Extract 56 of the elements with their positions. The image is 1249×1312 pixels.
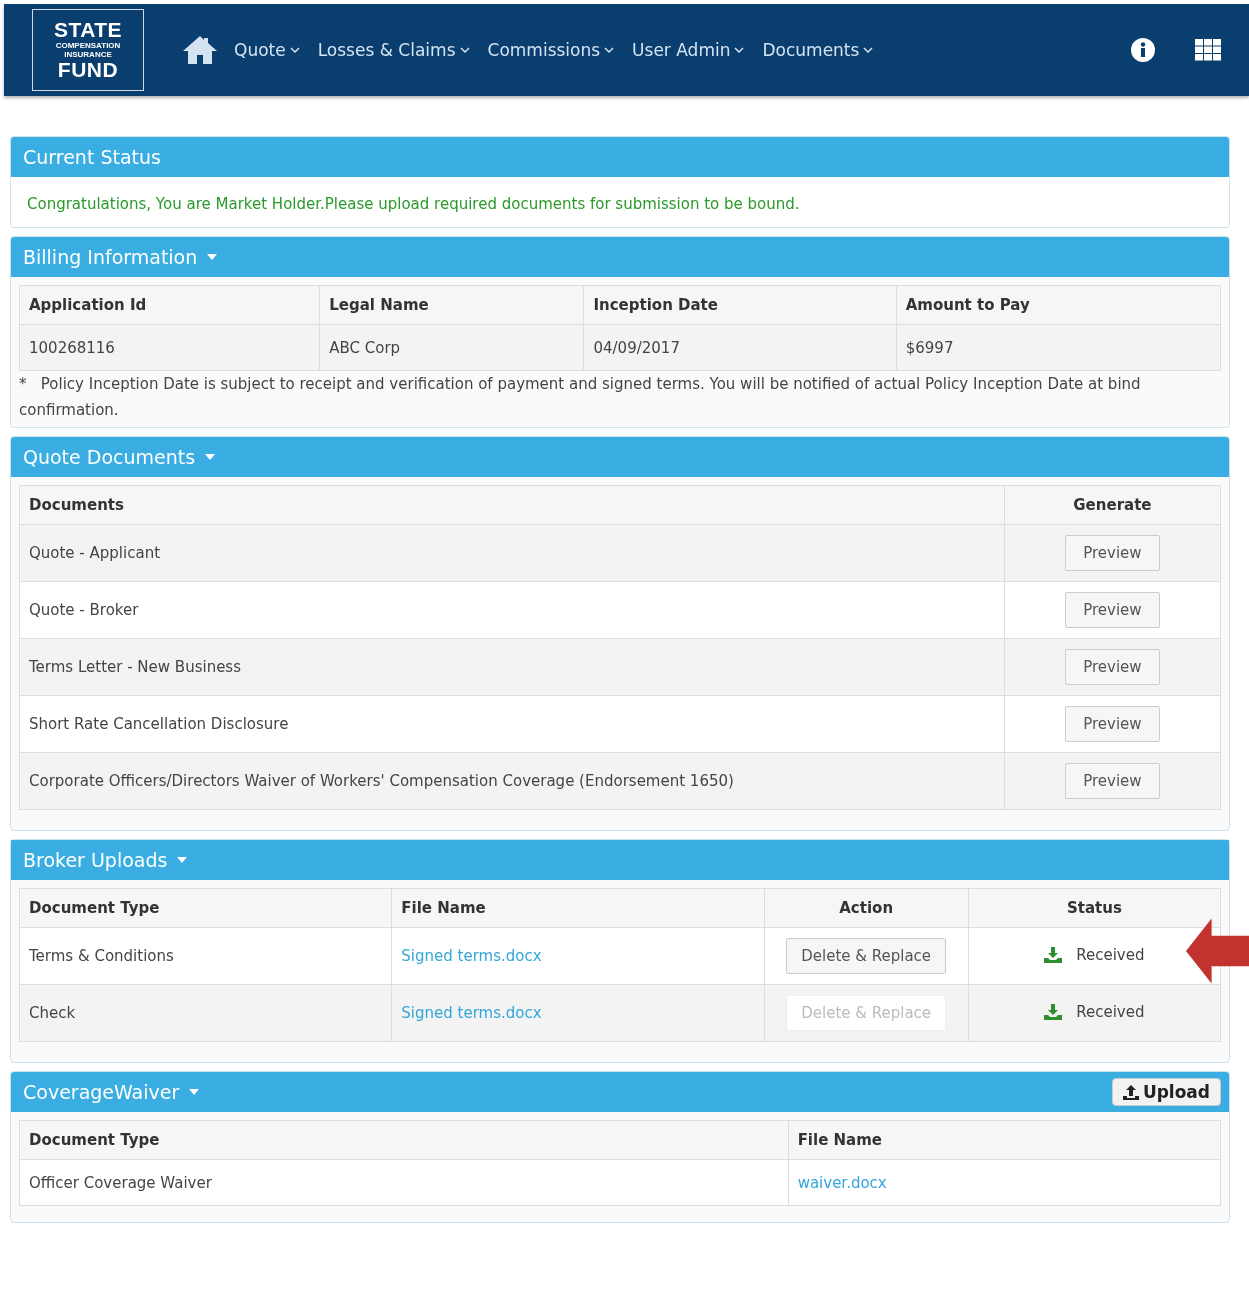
table-cell: Corporate Officers/Directors Waiver of Workers' Compensation Coverage (Endorsement 1650) bbox=[19, 752, 1005, 810]
preview-button[interactable]: Preview bbox=[1065, 763, 1160, 799]
column-header: Application Id bbox=[19, 285, 320, 325]
column-header: Documents bbox=[19, 485, 1005, 525]
caret-icon[interactable] bbox=[177, 857, 188, 863]
status-text: Received bbox=[1076, 1002, 1145, 1021]
logo[interactable]: STATE COMPENSATION INSURANCE FUND bbox=[32, 9, 144, 91]
chevron-icon bbox=[459, 47, 470, 53]
column-header: File Name bbox=[788, 1120, 1221, 1160]
column-header: File Name bbox=[391, 888, 765, 928]
column-header: Document Type bbox=[19, 1120, 789, 1160]
caret-icon[interactable] bbox=[189, 1089, 200, 1095]
column-header: Generate bbox=[1004, 485, 1221, 525]
info-icon[interactable] bbox=[1131, 38, 1155, 62]
upload-button[interactable]: Upload bbox=[1111, 1078, 1221, 1106]
upload-icon bbox=[1122, 1084, 1139, 1100]
policy-note: * Policy Inception Date is subject to receipt and verification of payment and signed terms. You will be notified of actual Policy Inception Date at bind confirmation. bbox=[19, 374, 1142, 421]
nav-menu-link[interactable]: Losses & Claims bbox=[317, 40, 470, 60]
preview-button[interactable]: Preview bbox=[1065, 592, 1160, 628]
table-cell: Check bbox=[19, 984, 392, 1042]
column-header: Legal Name bbox=[319, 285, 584, 325]
preview-button[interactable]: Preview bbox=[1065, 706, 1160, 742]
table-cell: 04/09/2017 bbox=[583, 324, 897, 371]
panel-title: Broker Uploads bbox=[23, 849, 168, 871]
panel-title: Current Status bbox=[23, 146, 161, 168]
table-cell: 100268116 bbox=[19, 324, 320, 371]
home-icon[interactable] bbox=[182, 35, 218, 65]
status-text: Received bbox=[1076, 945, 1145, 964]
table-cell: ABC Corp bbox=[319, 324, 584, 371]
chevron-icon bbox=[604, 47, 615, 53]
column-header: Inception Date bbox=[583, 285, 897, 325]
panel-title: Quote Documents bbox=[23, 446, 196, 468]
caret-icon[interactable] bbox=[207, 254, 218, 260]
nav-menu-link[interactable]: User Admin bbox=[632, 40, 745, 60]
panel-title: Billing Information bbox=[23, 246, 198, 268]
download-icon bbox=[1044, 1003, 1063, 1020]
preview-button[interactable]: Preview bbox=[1065, 649, 1160, 685]
status-message: Congratulations, You are Market Holder.Please upload required documents for submission to be bound. bbox=[11, 177, 1229, 227]
column-header: Amount to Pay bbox=[896, 285, 1221, 325]
table-cell: Officer Coverage Waiver bbox=[19, 1159, 789, 1206]
nav-menu-link[interactable]: Quote bbox=[234, 40, 300, 60]
column-header: Action bbox=[764, 888, 969, 928]
column-header: Status bbox=[968, 888, 1221, 928]
chevron-icon bbox=[863, 47, 874, 53]
preview-button[interactable]: Preview bbox=[1065, 535, 1160, 571]
chevron-icon bbox=[289, 47, 300, 53]
panel-title: CoverageWaiver bbox=[23, 1081, 180, 1103]
caret-icon[interactable] bbox=[205, 454, 216, 460]
chevron-icon bbox=[734, 47, 745, 53]
nav-menu-link[interactable]: Commissions bbox=[487, 40, 615, 60]
column-header: Document Type bbox=[19, 888, 392, 928]
table-cell: $6997 bbox=[896, 324, 1221, 371]
delete-replace-button[interactable]: Delete & Replace bbox=[786, 938, 947, 974]
grid-menu-icon[interactable] bbox=[1195, 39, 1221, 61]
nav-menu-link[interactable]: Documents bbox=[762, 40, 874, 60]
download-icon bbox=[1044, 946, 1063, 963]
